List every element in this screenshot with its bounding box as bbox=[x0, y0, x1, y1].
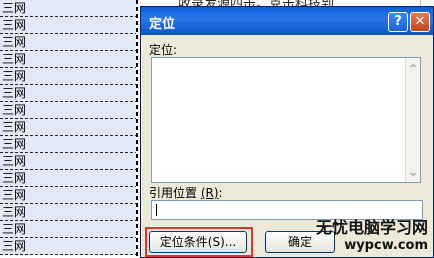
sheet-cell[interactable]: 三网 bbox=[0, 170, 138, 187]
help-button[interactable]: ? bbox=[388, 12, 408, 32]
watermark-line1: 无忧电脑学习网 bbox=[315, 218, 428, 237]
sheet-cell[interactable]: 三网 bbox=[0, 0, 138, 17]
spreadsheet-column: 三网 三网 三网 三网 三网 三网 三网 三网 三网 三网 三网 三网 三网 三… bbox=[0, 0, 140, 258]
sheet-cell[interactable]: 三网 bbox=[0, 17, 138, 34]
sheet-cell[interactable]: 三网 bbox=[0, 34, 138, 51]
sheet-cell[interactable]: 三网 bbox=[0, 153, 138, 170]
sheet-cell[interactable]: 三网 bbox=[0, 51, 138, 68]
goto-label: 定位: bbox=[149, 43, 178, 57]
scroll-down-icon[interactable] bbox=[409, 173, 417, 177]
reference-colon: : bbox=[218, 186, 223, 200]
sheet-cell[interactable]: 三网 bbox=[0, 102, 138, 119]
sheet-cell[interactable]: 三网 bbox=[0, 136, 138, 153]
text-caret bbox=[156, 204, 157, 216]
dialog-titlebar[interactable]: 定位 ? ✕ bbox=[141, 7, 433, 35]
dialog-title: 定位 bbox=[149, 17, 176, 32]
sheet-cell[interactable]: 三网 bbox=[0, 204, 138, 221]
sheet-cell[interactable]: 三网 bbox=[0, 85, 138, 102]
sheet-cell[interactable]: 三网 bbox=[0, 119, 138, 136]
reference-label-text: 引用位置 bbox=[149, 186, 198, 200]
reference-label: 引用位置 (R): bbox=[149, 184, 223, 201]
watermark: 无忧电脑学习网 wypcw.com bbox=[316, 218, 428, 254]
reference-shortcut: (R) bbox=[200, 186, 219, 200]
reference-input[interactable] bbox=[151, 200, 423, 220]
listbox-scrollbar[interactable] bbox=[405, 58, 420, 182]
goto-listbox[interactable] bbox=[151, 57, 421, 183]
watermark-line2: wypcw.com bbox=[344, 238, 428, 253]
close-button[interactable]: ✕ bbox=[410, 12, 430, 32]
sheet-cell[interactable]: 三网 bbox=[0, 68, 138, 85]
selection-marquee bbox=[136, 0, 138, 258]
special-button[interactable]: 定位条件(S)... bbox=[149, 231, 247, 253]
sheet-cell[interactable]: 三网 bbox=[0, 187, 138, 204]
sheet-cell[interactable]: 三网 bbox=[0, 238, 138, 255]
scroll-up-icon[interactable] bbox=[409, 63, 417, 67]
sheet-cell[interactable]: 三网 bbox=[0, 221, 138, 238]
